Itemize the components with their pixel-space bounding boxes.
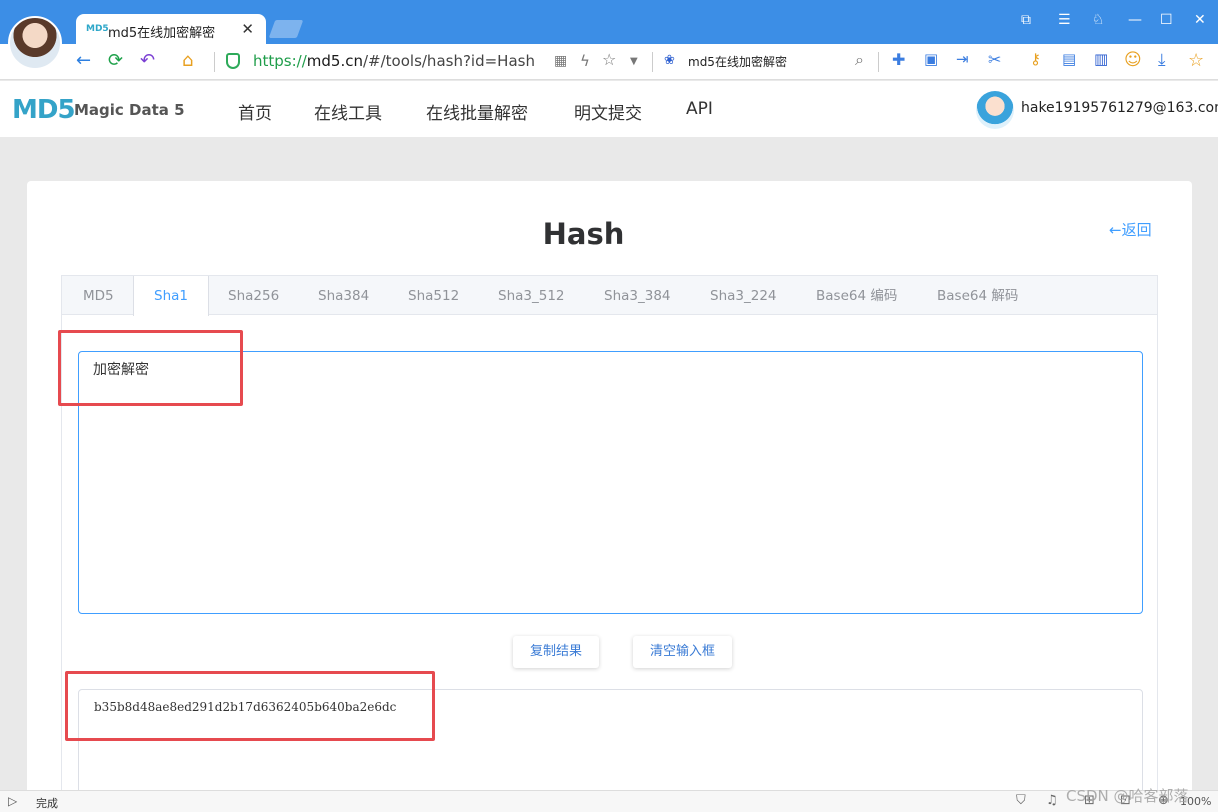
browser-statusbar: ▷ 完成 ⛉ ♫ ⊞ ⊡ ⊕ 100% <box>0 790 1218 812</box>
tab-base64-encode[interactable]: Base64 编码 <box>816 276 897 315</box>
favorite-star-icon[interactable]: ☆ <box>1188 50 1204 71</box>
nav-api[interactable]: API <box>686 99 713 119</box>
close-window-icon[interactable]: ✕ <box>1194 12 1206 28</box>
url-path: /#/tools/hash?id=Hash <box>362 52 535 70</box>
word-icon[interactable]: ▥ <box>1094 50 1108 68</box>
tab-title: md5在线加密解密 <box>108 26 216 41</box>
puzzle-icon[interactable]: ✚ <box>892 50 905 69</box>
toolbar-divider <box>878 52 879 72</box>
play-icon[interactable]: ▷ <box>8 794 17 808</box>
site-header: MD5 Magic Data 5 首页 在线工具 在线批量解密 明文提交 API… <box>0 81 1218 137</box>
tab-counter-icon[interactable]: ⧉ <box>1021 12 1031 28</box>
tab-sha3-384[interactable]: Sha3_384 <box>604 276 671 315</box>
tab-md5[interactable]: MD5 <box>83 276 114 315</box>
csdn-watermark: CSDN @哈客部落 <box>1066 787 1189 805</box>
shield-status-icon[interactable]: ⛉ <box>1016 793 1026 808</box>
tab-sha3-512[interactable]: Sha3_512 <box>498 276 565 315</box>
page-title: Hash <box>542 217 625 251</box>
speaker-icon[interactable]: ♫ <box>1046 793 1058 808</box>
lightning-icon[interactable]: ϟ <box>580 52 590 70</box>
site-logo[interactable]: MD5 <box>12 95 76 125</box>
search-engine-label[interactable]: md5在线加密解密 <box>688 53 787 70</box>
translate-icon[interactable]: ▣ <box>924 50 938 68</box>
login-icon[interactable]: ⇥ <box>956 50 969 68</box>
emoji-icon[interactable]: ☺ <box>1124 50 1142 70</box>
tabs-bar: MD5 Sha1 Sha256 Sha384 Sha512 Sha3_512 S… <box>62 276 1157 316</box>
cut-icon[interactable]: ✂ <box>988 50 1001 69</box>
tab-sha384[interactable]: Sha384 <box>318 276 369 315</box>
skin-icon[interactable]: ♘ <box>1092 12 1105 28</box>
tab-close-icon[interactable]: ✕ <box>241 20 254 38</box>
url-scheme: https:// <box>253 52 307 70</box>
nav-plaintext-submit[interactable]: 明文提交 <box>574 99 642 124</box>
back-link[interactable]: ←返回 <box>1109 219 1152 240</box>
status-text: 完成 <box>36 797 58 810</box>
back-icon[interactable]: ← <box>76 50 91 71</box>
browser-profile-avatar[interactable] <box>8 16 62 70</box>
menu-icon[interactable]: ☰ <box>1058 12 1071 28</box>
minimize-icon[interactable]: — <box>1128 12 1142 28</box>
nav-batch-decrypt[interactable]: 在线批量解密 <box>426 99 528 124</box>
toolbar-divider <box>652 52 653 72</box>
tab-sha1[interactable]: Sha1 <box>133 276 209 316</box>
tab-sha512[interactable]: Sha512 <box>408 276 459 315</box>
browser-tab[interactable]: MD5 md5在线加密解密 ✕ <box>76 14 266 46</box>
tab-favicon-icon: MD5 <box>86 24 109 34</box>
paw-icon: ❀ <box>664 53 675 68</box>
key-icon[interactable]: ⚷ <box>1030 50 1041 68</box>
copy-result-button[interactable]: 复制结果 <box>513 636 600 668</box>
tab-base64-decode[interactable]: Base64 解码 <box>937 276 1018 315</box>
download-icon[interactable]: ⤓ <box>1158 50 1166 70</box>
annotation-box-input <box>58 330 243 406</box>
site-logo-text: Magic Data 5 <box>74 101 185 119</box>
home-icon[interactable]: ⌂ <box>182 50 193 71</box>
nav-home[interactable]: 首页 <box>238 99 272 124</box>
undo-icon[interactable]: ↶ <box>140 50 155 71</box>
tab-sha256[interactable]: Sha256 <box>228 276 279 315</box>
toolbar-divider <box>214 52 215 72</box>
star-icon[interactable]: ☆ <box>602 50 616 69</box>
browser-toolbar: ← ⟳ ↶ ⌂ https://md5.cn/#/tools/hash?id=H… <box>0 44 1218 80</box>
nav-online-tools[interactable]: 在线工具 <box>314 99 382 124</box>
maximize-icon[interactable]: ☐ <box>1160 12 1173 28</box>
chevron-down-icon[interactable]: ▼ <box>630 56 638 67</box>
address-bar[interactable]: https://md5.cn/#/tools/hash?id=Hash <box>253 52 535 70</box>
tab-sha3-224[interactable]: Sha3_224 <box>710 276 777 315</box>
qr-icon[interactable]: ▦ <box>554 53 567 69</box>
search-icon[interactable]: ⌕ <box>855 50 864 70</box>
annotation-box-output <box>65 671 435 741</box>
reload-icon[interactable]: ⟳ <box>108 50 123 71</box>
notes-icon[interactable]: ▤ <box>1062 50 1076 68</box>
url-host: md5.cn <box>306 52 363 70</box>
user-email[interactable]: hake19195761279@163.com <box>1021 100 1218 116</box>
clear-input-button[interactable]: 清空输入框 <box>633 636 733 668</box>
user-avatar[interactable] <box>976 91 1014 129</box>
shield-icon[interactable] <box>226 53 240 69</box>
